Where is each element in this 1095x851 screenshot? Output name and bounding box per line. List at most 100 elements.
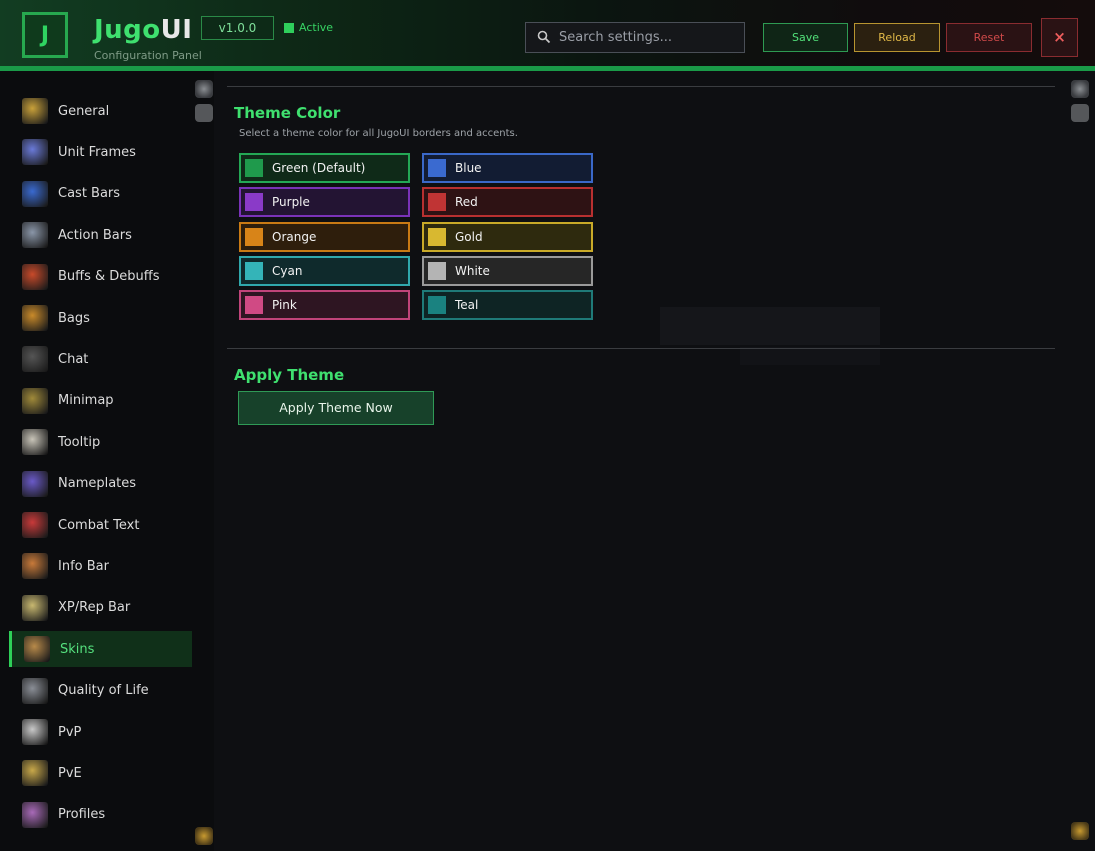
sidebar-item-label: PvE bbox=[58, 765, 82, 781]
top-divider bbox=[227, 86, 1055, 87]
theme-swatch-white[interactable]: White bbox=[422, 255, 593, 286]
skins-icon bbox=[24, 636, 50, 663]
pvp-icon bbox=[22, 719, 48, 745]
color-chip-icon bbox=[428, 193, 446, 212]
theme-swatch-label: White bbox=[455, 263, 490, 278]
sidebar-item-tooltip[interactable]: Tooltip bbox=[10, 424, 190, 460]
app-logo: J bbox=[22, 12, 68, 58]
theme-swatch-label: Green (Default) bbox=[272, 161, 366, 175]
theme-swatch-gold[interactable]: Gold bbox=[422, 221, 593, 252]
sidebar-scroll-up-icon[interactable] bbox=[195, 80, 213, 98]
status-indicator-icon bbox=[284, 23, 294, 33]
theme-swatch-label: Teal bbox=[455, 298, 479, 313]
action-bars-icon bbox=[22, 222, 48, 249]
theme-swatch-label: Orange bbox=[272, 229, 317, 244]
sidebar-item-label: Chat bbox=[58, 351, 89, 367]
sidebar-item-label: XP/Rep Bar bbox=[58, 600, 131, 616]
theme-swatch-label: Purple bbox=[272, 195, 310, 210]
cog-icon bbox=[22, 98, 48, 124]
sidebar-item-unit-frames[interactable]: Unit Frames bbox=[10, 134, 190, 170]
app-subtitle: Configuration Panel bbox=[94, 49, 202, 62]
theme-swatch-label: Gold bbox=[455, 229, 483, 244]
search-placeholder: Search settings... bbox=[559, 30, 673, 45]
theme-swatch-green-default[interactable]: Green (Default) bbox=[239, 153, 410, 183]
content-scroll-up-icon[interactable] bbox=[1071, 80, 1089, 98]
sidebar-item-label: Skins bbox=[60, 641, 95, 657]
sidebar-scroll-down-icon[interactable] bbox=[195, 827, 213, 845]
sidebar-item-label: Combat Text bbox=[58, 517, 140, 533]
theme-swatch-label: Pink bbox=[272, 298, 297, 313]
save-button[interactable]: Save bbox=[763, 23, 848, 52]
combat-text-icon bbox=[22, 512, 48, 538]
cast-bars-icon bbox=[22, 180, 48, 207]
sidebar-item-combat-text[interactable]: Combat Text bbox=[10, 507, 190, 543]
version-badge: v1.0.0 bbox=[201, 16, 274, 40]
reload-button[interactable]: Reload bbox=[854, 23, 940, 52]
watermark-logo bbox=[660, 307, 880, 365]
search-input[interactable]: Search settings... bbox=[525, 22, 745, 53]
sidebar-item-label: Bags bbox=[58, 310, 90, 326]
status-text: Active bbox=[299, 21, 334, 34]
color-chip-icon bbox=[245, 296, 263, 315]
sidebar-item-info-bar[interactable]: Info Bar bbox=[10, 548, 190, 584]
sidebar-item-bags[interactable]: Bags bbox=[10, 300, 190, 336]
color-chip-icon bbox=[428, 296, 446, 315]
sidebar-item-label: Buffs & Debuffs bbox=[58, 269, 160, 285]
content-scroll-down-icon[interactable] bbox=[1071, 822, 1089, 840]
sidebar-item-minimap[interactable]: Minimap bbox=[10, 383, 190, 419]
sidebar-item-label: General bbox=[58, 103, 110, 119]
nameplates-icon bbox=[22, 470, 48, 497]
search-icon bbox=[537, 30, 551, 44]
sidebar-item-action-bars[interactable]: Action Bars bbox=[10, 217, 190, 253]
theme-color-description: Select a theme color for all JugoUI bord… bbox=[239, 128, 518, 139]
theme-swatch-pink[interactable]: Pink bbox=[239, 290, 410, 321]
color-chip-icon bbox=[428, 261, 446, 280]
unit-frames-icon bbox=[22, 139, 48, 166]
sidebar-item-profiles[interactable]: Profiles bbox=[10, 797, 190, 833]
sidebar-item-xp-rep-bar[interactable]: XP/Rep Bar bbox=[10, 590, 190, 626]
sidebar-scrollbar-thumb[interactable] bbox=[195, 104, 213, 122]
sidebar-item-label: Tooltip bbox=[58, 434, 101, 450]
theme-swatch-blue[interactable]: Blue bbox=[422, 153, 593, 183]
section-divider bbox=[227, 348, 1055, 349]
app-title-accent: UI bbox=[160, 15, 193, 45]
chat-icon bbox=[22, 346, 48, 373]
theme-color-heading: Theme Color bbox=[234, 104, 341, 122]
app-title: JugoUI bbox=[94, 15, 192, 45]
theme-swatch-purple[interactable]: Purple bbox=[239, 187, 410, 218]
sidebar-item-general[interactable]: General bbox=[10, 93, 190, 129]
color-chip-icon bbox=[245, 159, 263, 177]
theme-swatch-red[interactable]: Red bbox=[422, 187, 593, 218]
color-chip-icon bbox=[245, 227, 263, 246]
apply-theme-heading: Apply Theme bbox=[234, 366, 345, 384]
sidebar-item-chat[interactable]: Chat bbox=[10, 341, 190, 377]
color-chip-icon bbox=[245, 261, 263, 280]
close-button[interactable]: × bbox=[1041, 18, 1078, 57]
profiles-icon bbox=[22, 801, 48, 828]
sidebar-item-buffs-debuffs[interactable]: Buffs & Debuffs bbox=[10, 259, 190, 295]
sidebar-item-label: Info Bar bbox=[58, 558, 109, 574]
xp-rep-icon bbox=[22, 594, 48, 621]
theme-swatch-orange[interactable]: Orange bbox=[239, 221, 410, 252]
content-scrollbar-thumb[interactable] bbox=[1071, 104, 1089, 122]
sidebar-item-quality-of-life[interactable]: Quality of Life bbox=[10, 673, 190, 709]
apply-theme-button[interactable]: Apply Theme Now bbox=[238, 391, 434, 425]
theme-swatch-label: Blue bbox=[455, 161, 482, 175]
sidebar-item-label: PvP bbox=[58, 724, 82, 740]
sidebar-item-pvp[interactable]: PvP bbox=[10, 714, 190, 750]
sidebar-item-cast-bars[interactable]: Cast Bars bbox=[10, 176, 190, 212]
theme-swatch-teal[interactable]: Teal bbox=[422, 290, 593, 321]
sidebar-item-label: Unit Frames bbox=[58, 144, 136, 160]
sidebar-item-label: Profiles bbox=[58, 807, 106, 823]
sidebar-item-nameplates[interactable]: Nameplates bbox=[10, 466, 190, 502]
buffs-icon bbox=[22, 263, 48, 290]
color-chip-icon bbox=[428, 227, 446, 246]
app-title-main: Jugo bbox=[94, 15, 161, 45]
tooltip-icon bbox=[22, 429, 48, 456]
reset-button[interactable]: Reset bbox=[946, 23, 1032, 52]
sidebar-item-pve[interactable]: PvE bbox=[10, 755, 190, 791]
theme-swatch-label: Red bbox=[455, 195, 478, 210]
sidebar-item-label: Action Bars bbox=[58, 227, 132, 243]
sidebar-item-skins[interactable]: Skins bbox=[9, 631, 192, 668]
theme-swatch-cyan[interactable]: Cyan bbox=[239, 255, 410, 286]
